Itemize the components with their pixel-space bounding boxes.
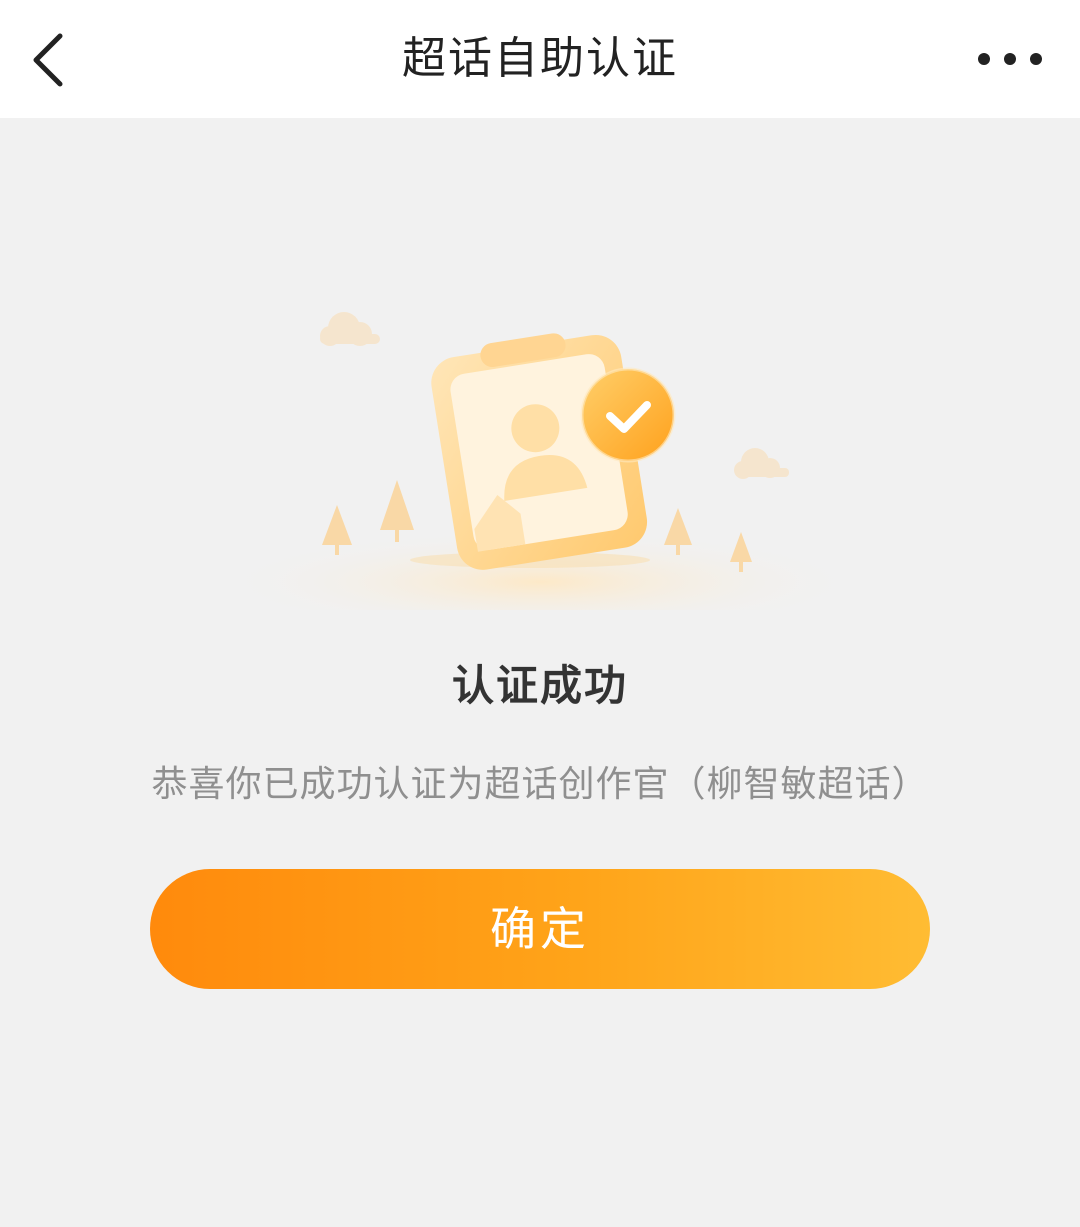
confirm-button[interactable]: 确定 <box>150 869 930 989</box>
result-title: 认证成功 <box>451 661 628 710</box>
page: 超话自助认证 认证成功 恭喜你已成功认证为超话创作官（柳智敏超话） 确定 <box>0 0 1080 1227</box>
verification-success-illustration <box>210 290 870 634</box>
more-horizontal-icon <box>978 53 1042 65</box>
id-card-verified-icon <box>220 312 860 634</box>
more-options-button[interactable] <box>970 34 1050 84</box>
top-navbar: 超话自助认证 <box>0 0 1080 118</box>
page-title: 超话自助认证 <box>402 33 678 84</box>
result-description: 恭喜你已成功认证为超话创作官（柳智敏超话） <box>151 764 929 805</box>
